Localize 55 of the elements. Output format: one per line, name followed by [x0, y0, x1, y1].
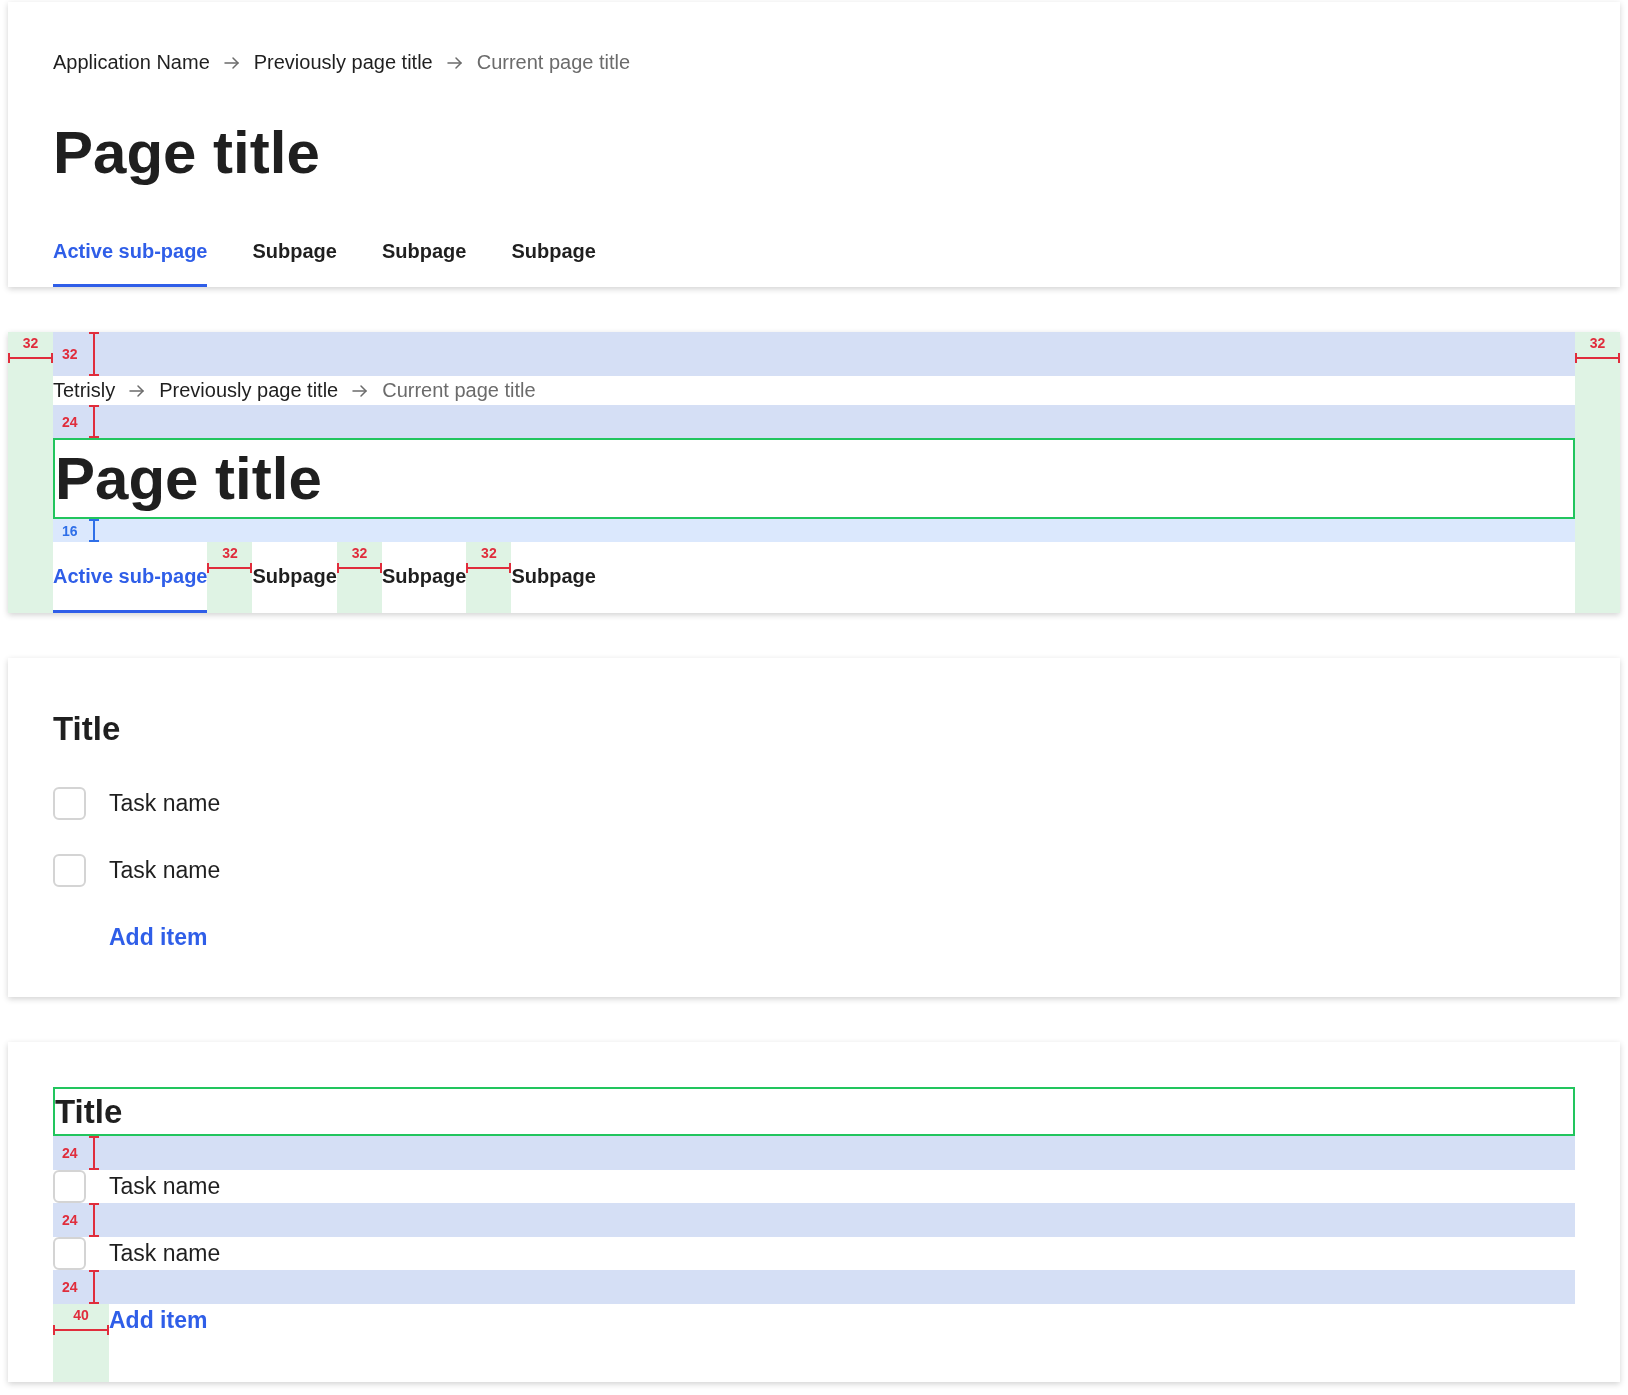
spacing-label: 24: [62, 414, 78, 429]
spacing-marker: [466, 562, 512, 575]
spacing-marker: [87, 1270, 100, 1304]
spacing-marker: [336, 562, 382, 575]
tab[interactable]: Subpage: [381, 542, 467, 613]
task-name: Task name: [109, 1172, 221, 1202]
spacing-label: 24: [62, 1280, 78, 1294]
page-title: Page title: [53, 438, 1575, 520]
add-item-button[interactable]: Add item: [109, 921, 208, 954]
tab[interactable]: Subpage: [252, 542, 337, 613]
tab[interactable]: Subpage: [252, 217, 337, 287]
spacing-marker: [207, 562, 253, 575]
spacing-marker: [8, 352, 53, 364]
checkbox[interactable]: [53, 787, 86, 820]
card-title: Title: [53, 1087, 1575, 1136]
spacing-label: 32: [222, 546, 238, 561]
spacing-marker: [1575, 352, 1620, 364]
add-item-button[interactable]: Add item: [109, 1304, 208, 1337]
arrow-right-icon: [223, 55, 240, 70]
breadcrumb-link[interactable]: Previously page title: [159, 376, 339, 405]
task-name: Task name: [109, 789, 221, 819]
spacing-label: 16: [62, 523, 78, 538]
spacing-label: 24: [62, 1146, 78, 1160]
card-title: Title: [53, 709, 122, 749]
tab[interactable]: Subpage: [381, 217, 467, 287]
spacing-label: 32: [351, 546, 368, 561]
breadcrumb-link[interactable]: Current page title: [382, 376, 536, 405]
spacing-marker: [53, 1324, 109, 1336]
spacing-label: 32: [481, 546, 497, 561]
spacing-marker: [87, 519, 100, 543]
checkbox[interactable]: [53, 1170, 86, 1203]
page-title: Page title: [53, 118, 321, 188]
tab[interactable]: Subpage: [511, 217, 596, 287]
checkbox[interactable]: [53, 854, 86, 887]
tab[interactable]: Subpage: [511, 542, 596, 613]
checkbox[interactable]: [53, 1237, 86, 1270]
spacing-label: 24: [62, 1213, 78, 1227]
task-name: Task name: [109, 1239, 221, 1269]
spacing-marker: [87, 1136, 100, 1170]
breadcrumb-link[interactable]: Current page title: [476, 48, 631, 77]
arrow-right-icon: [352, 383, 369, 398]
arrow-right-icon: [446, 55, 463, 70]
spacing-label: 40: [73, 1308, 89, 1322]
arrow-right-icon: [129, 383, 146, 398]
spacing-label: 32: [22, 336, 39, 350]
breadcrumb-link[interactable]: Tetrisly: [53, 376, 116, 405]
spacing-label: 32: [62, 347, 78, 361]
tab[interactable]: Active sub-page: [53, 217, 208, 287]
spacing-label: 32: [1589, 336, 1606, 350]
spacing-marker: [87, 332, 100, 376]
task-name: Task name: [109, 856, 221, 886]
spacing-marker: [87, 405, 100, 438]
breadcrumb-link[interactable]: Application Name: [53, 48, 210, 77]
breadcrumb-link[interactable]: Previously page title: [253, 48, 433, 77]
spacing-marker: [87, 1203, 100, 1237]
